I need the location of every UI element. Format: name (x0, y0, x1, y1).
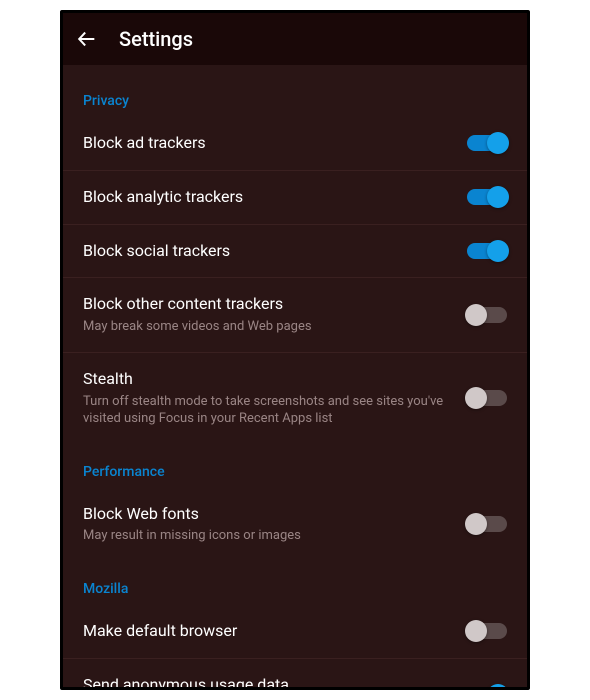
settings-list: Privacy Block ad trackers Block analytic… (63, 65, 527, 687)
setting-label: Block analytic trackers (83, 187, 455, 208)
setting-sub: May result in missing icons or images (83, 527, 455, 545)
setting-label: Stealth (83, 369, 455, 390)
toggle-default-browser[interactable] (467, 623, 507, 639)
setting-block-web-fonts[interactable]: Block Web fonts May result in missing ic… (63, 488, 527, 561)
toggle-block-other-trackers[interactable] (467, 307, 507, 323)
section-header-mozilla: Mozilla (63, 561, 527, 605)
toggle-block-social-trackers[interactable] (467, 243, 507, 259)
setting-label: Block Web fonts (83, 504, 455, 525)
setting-sub: Turn off stealth mode to take screenshot… (83, 393, 455, 428)
settings-screen: Settings Privacy Block ad trackers Block… (60, 10, 530, 690)
setting-block-other-trackers[interactable]: Block other content trackers May break s… (63, 278, 527, 352)
section-header-performance: Performance (63, 444, 527, 488)
setting-anonymous-usage[interactable]: Send anonymous usage data Learn more (63, 659, 527, 687)
toggle-block-ad-trackers[interactable] (467, 135, 507, 151)
toggle-block-analytic-trackers[interactable] (467, 189, 507, 205)
back-icon[interactable] (75, 27, 99, 51)
setting-label: Block social trackers (83, 241, 455, 262)
app-header: Settings (63, 13, 527, 65)
setting-label: Make default browser (83, 621, 455, 642)
toggle-block-web-fonts[interactable] (467, 516, 507, 532)
setting-block-social-trackers[interactable]: Block social trackers (63, 225, 527, 279)
setting-label: Block other content trackers (83, 294, 455, 315)
setting-default-browser[interactable]: Make default browser (63, 605, 527, 659)
setting-label: Send anonymous usage data (83, 675, 455, 687)
setting-stealth[interactable]: Stealth Turn off stealth mode to take sc… (63, 353, 527, 444)
toggle-stealth[interactable] (467, 390, 507, 406)
setting-label: Block ad trackers (83, 133, 455, 154)
page-title: Settings (119, 27, 193, 51)
setting-block-analytic-trackers[interactable]: Block analytic trackers (63, 171, 527, 225)
setting-block-ad-trackers[interactable]: Block ad trackers (63, 117, 527, 171)
setting-sub: May break some videos and Web pages (83, 318, 455, 336)
section-header-privacy: Privacy (63, 73, 527, 117)
